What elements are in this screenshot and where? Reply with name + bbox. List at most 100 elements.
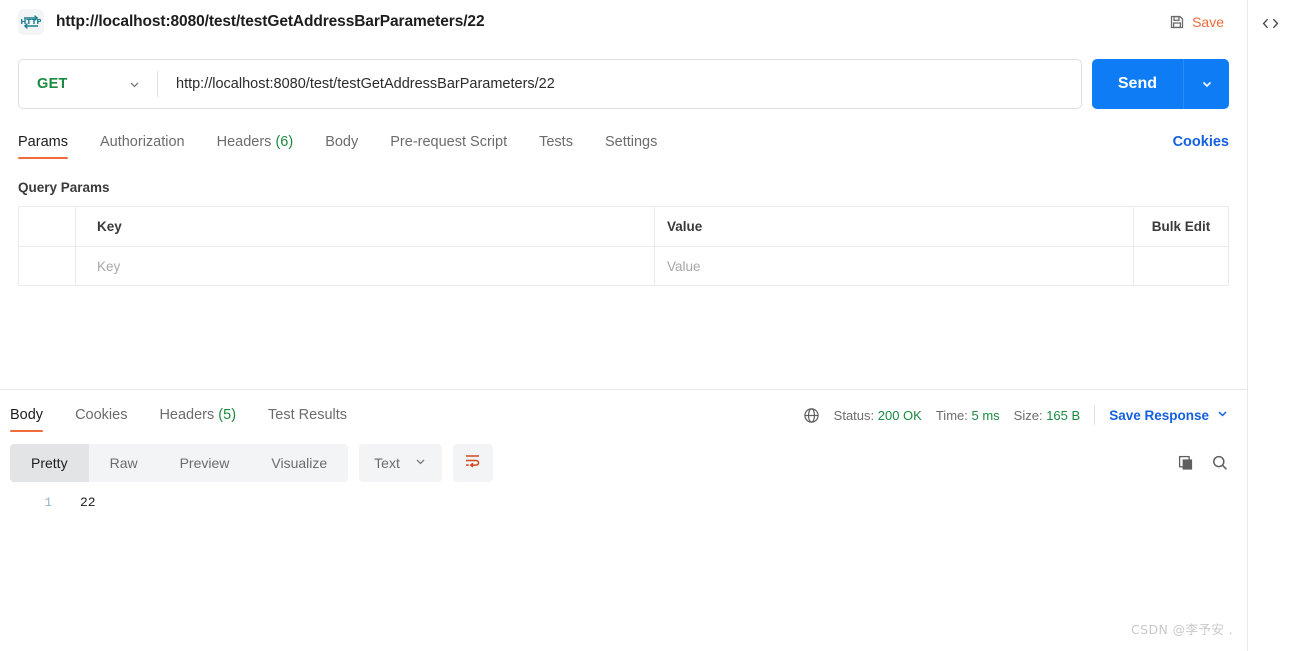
tab-label: Body	[10, 407, 44, 423]
size-badge: Size: 165 B	[1014, 408, 1081, 423]
send-options-button[interactable]	[1183, 59, 1229, 109]
tab-label: Body	[325, 134, 359, 150]
response-body: 1 22	[0, 495, 1247, 513]
code-brackets-icon[interactable]	[1254, 8, 1286, 38]
response-tabs: Body Cookies Headers (5) Test Results St…	[0, 390, 1247, 432]
key-placeholder: Key	[97, 258, 121, 274]
response-format-toolbar: Pretty Raw Preview Visualize Text	[0, 444, 1247, 482]
save-response-label: Save Response	[1109, 407, 1209, 423]
code-line: 1 22	[10, 495, 1247, 513]
line-content: 22	[80, 495, 96, 510]
query-params-title: Query Params	[18, 180, 110, 195]
row-checkbox-cell[interactable]	[19, 247, 76, 285]
save-response-button[interactable]: Save Response	[1109, 407, 1229, 423]
bulk-edit-cell[interactable]: Bulk Edit	[1134, 207, 1228, 246]
topbar-actions: Save	[1160, 0, 1233, 44]
main-column: HTTP http://localhost:8080/test/testGetA…	[0, 0, 1248, 651]
tab-label: Headers	[216, 134, 272, 150]
search-icon[interactable]	[1211, 454, 1229, 472]
format-segmented-control: Pretty Raw Preview Visualize	[10, 444, 349, 482]
chevron-down-icon	[1216, 407, 1229, 423]
method-label: GET	[37, 76, 68, 92]
postman-window: HTTP http://localhost:8080/test/testGetA…	[0, 0, 1292, 651]
save-button[interactable]: Save	[1160, 9, 1233, 35]
format-pretty-button[interactable]: Pretty	[10, 444, 89, 482]
globe-icon[interactable]	[803, 407, 820, 424]
header-value-cell: Value	[655, 207, 1134, 246]
content-type-selector[interactable]: Text	[359, 444, 442, 482]
divider	[1094, 405, 1096, 425]
response-tab-body[interactable]: Body	[10, 407, 44, 432]
time-label: Time:	[935, 407, 968, 423]
response-tab-headers[interactable]: Headers (5)	[159, 407, 236, 432]
save-label: Save	[1192, 14, 1224, 30]
tab-authorization[interactable]: Authorization	[100, 134, 185, 159]
status-badge: Status: 200 OK	[834, 408, 922, 423]
time-badge: Time: 5 ms	[936, 408, 1000, 423]
tab-label: Headers	[159, 407, 215, 423]
tab-body[interactable]: Body	[325, 134, 358, 159]
watermark: CSDN @李予安 .	[1131, 622, 1233, 637]
floppy-disk-icon	[1169, 14, 1185, 30]
row-key-cell[interactable]: Key	[76, 247, 655, 285]
tab-label: Pre-request Script	[390, 134, 508, 150]
tab-label: Settings	[604, 134, 658, 150]
table-row: Key Value	[19, 246, 1228, 285]
header-key-cell: Key	[76, 207, 655, 246]
request-topbar: HTTP http://localhost:8080/test/testGetA…	[0, 0, 1247, 44]
bulk-edit-button: Bulk Edit	[1151, 219, 1211, 234]
status-label: Status:	[833, 407, 875, 423]
http-icon: HTTP	[18, 9, 44, 35]
method-selector[interactable]: GET	[19, 60, 157, 108]
time-value: 5 ms	[971, 407, 1000, 423]
word-wrap-icon	[463, 451, 482, 475]
request-tabs: Params Authorization Headers (6) Body Pr…	[0, 127, 1247, 159]
tab-label: Test Results	[268, 407, 348, 423]
tab-label: Authorization	[99, 134, 185, 150]
size-value: 165 B	[1046, 407, 1081, 423]
url-row: GET Send	[0, 59, 1247, 109]
size-label: Size:	[1013, 407, 1043, 423]
line-number: 1	[44, 496, 52, 510]
value-placeholder: Value	[667, 258, 701, 274]
format-preview-button[interactable]: Preview	[159, 444, 251, 482]
status-value: 200 OK	[877, 407, 922, 423]
response-body-actions	[1177, 454, 1229, 472]
page-title: http://localhost:8080/test/testGetAddres…	[56, 13, 485, 30]
tab-tests[interactable]: Tests	[539, 134, 573, 159]
copy-icon[interactable]	[1177, 454, 1195, 472]
url-bar: GET	[18, 59, 1082, 109]
select-all-cell[interactable]	[19, 207, 76, 246]
tab-count: (5)	[218, 407, 237, 423]
tab-label: Cookies	[75, 407, 128, 423]
response-tab-test-results[interactable]: Test Results	[268, 407, 347, 432]
tab-headers[interactable]: Headers (6)	[217, 134, 294, 159]
column-header-key: Key	[97, 219, 122, 234]
row-value-cell[interactable]: Value	[655, 247, 1134, 285]
response-tab-cookies[interactable]: Cookies	[75, 407, 127, 432]
tab-settings[interactable]: Settings	[605, 134, 657, 159]
cookies-link[interactable]: Cookies	[1173, 134, 1229, 159]
column-header-value: Value	[667, 219, 703, 234]
chevron-down-icon	[128, 78, 141, 91]
table-header-row: Key Value Bulk Edit	[19, 207, 1228, 246]
format-raw-button[interactable]: Raw	[89, 444, 159, 482]
tab-label: Tests	[539, 134, 573, 150]
chevron-down-icon	[414, 455, 427, 471]
tab-params[interactable]: Params	[18, 134, 68, 159]
tab-count: (6)	[275, 134, 294, 150]
send-button[interactable]: Send	[1091, 59, 1183, 109]
row-bulk-cell	[1134, 247, 1228, 285]
tab-label: Params	[18, 134, 68, 150]
response-status-bar: Status: 200 OK Time: 5 ms Size: 165 B Sa…	[803, 405, 1229, 432]
query-params-table: Key Value Bulk Edit Key Value	[18, 206, 1229, 286]
svg-text:HTTP: HTTP	[21, 17, 41, 26]
format-visualize-button[interactable]: Visualize	[250, 444, 348, 482]
content-type-label: Text	[374, 455, 400, 471]
url-input[interactable]	[158, 60, 1081, 108]
right-sidebar	[1248, 0, 1292, 651]
word-wrap-button[interactable]	[452, 444, 493, 482]
tab-pre-request-script[interactable]: Pre-request Script	[390, 134, 507, 159]
response-section: Body Cookies Headers (5) Test Results St…	[0, 390, 1247, 651]
send-group: Send	[1091, 59, 1229, 109]
